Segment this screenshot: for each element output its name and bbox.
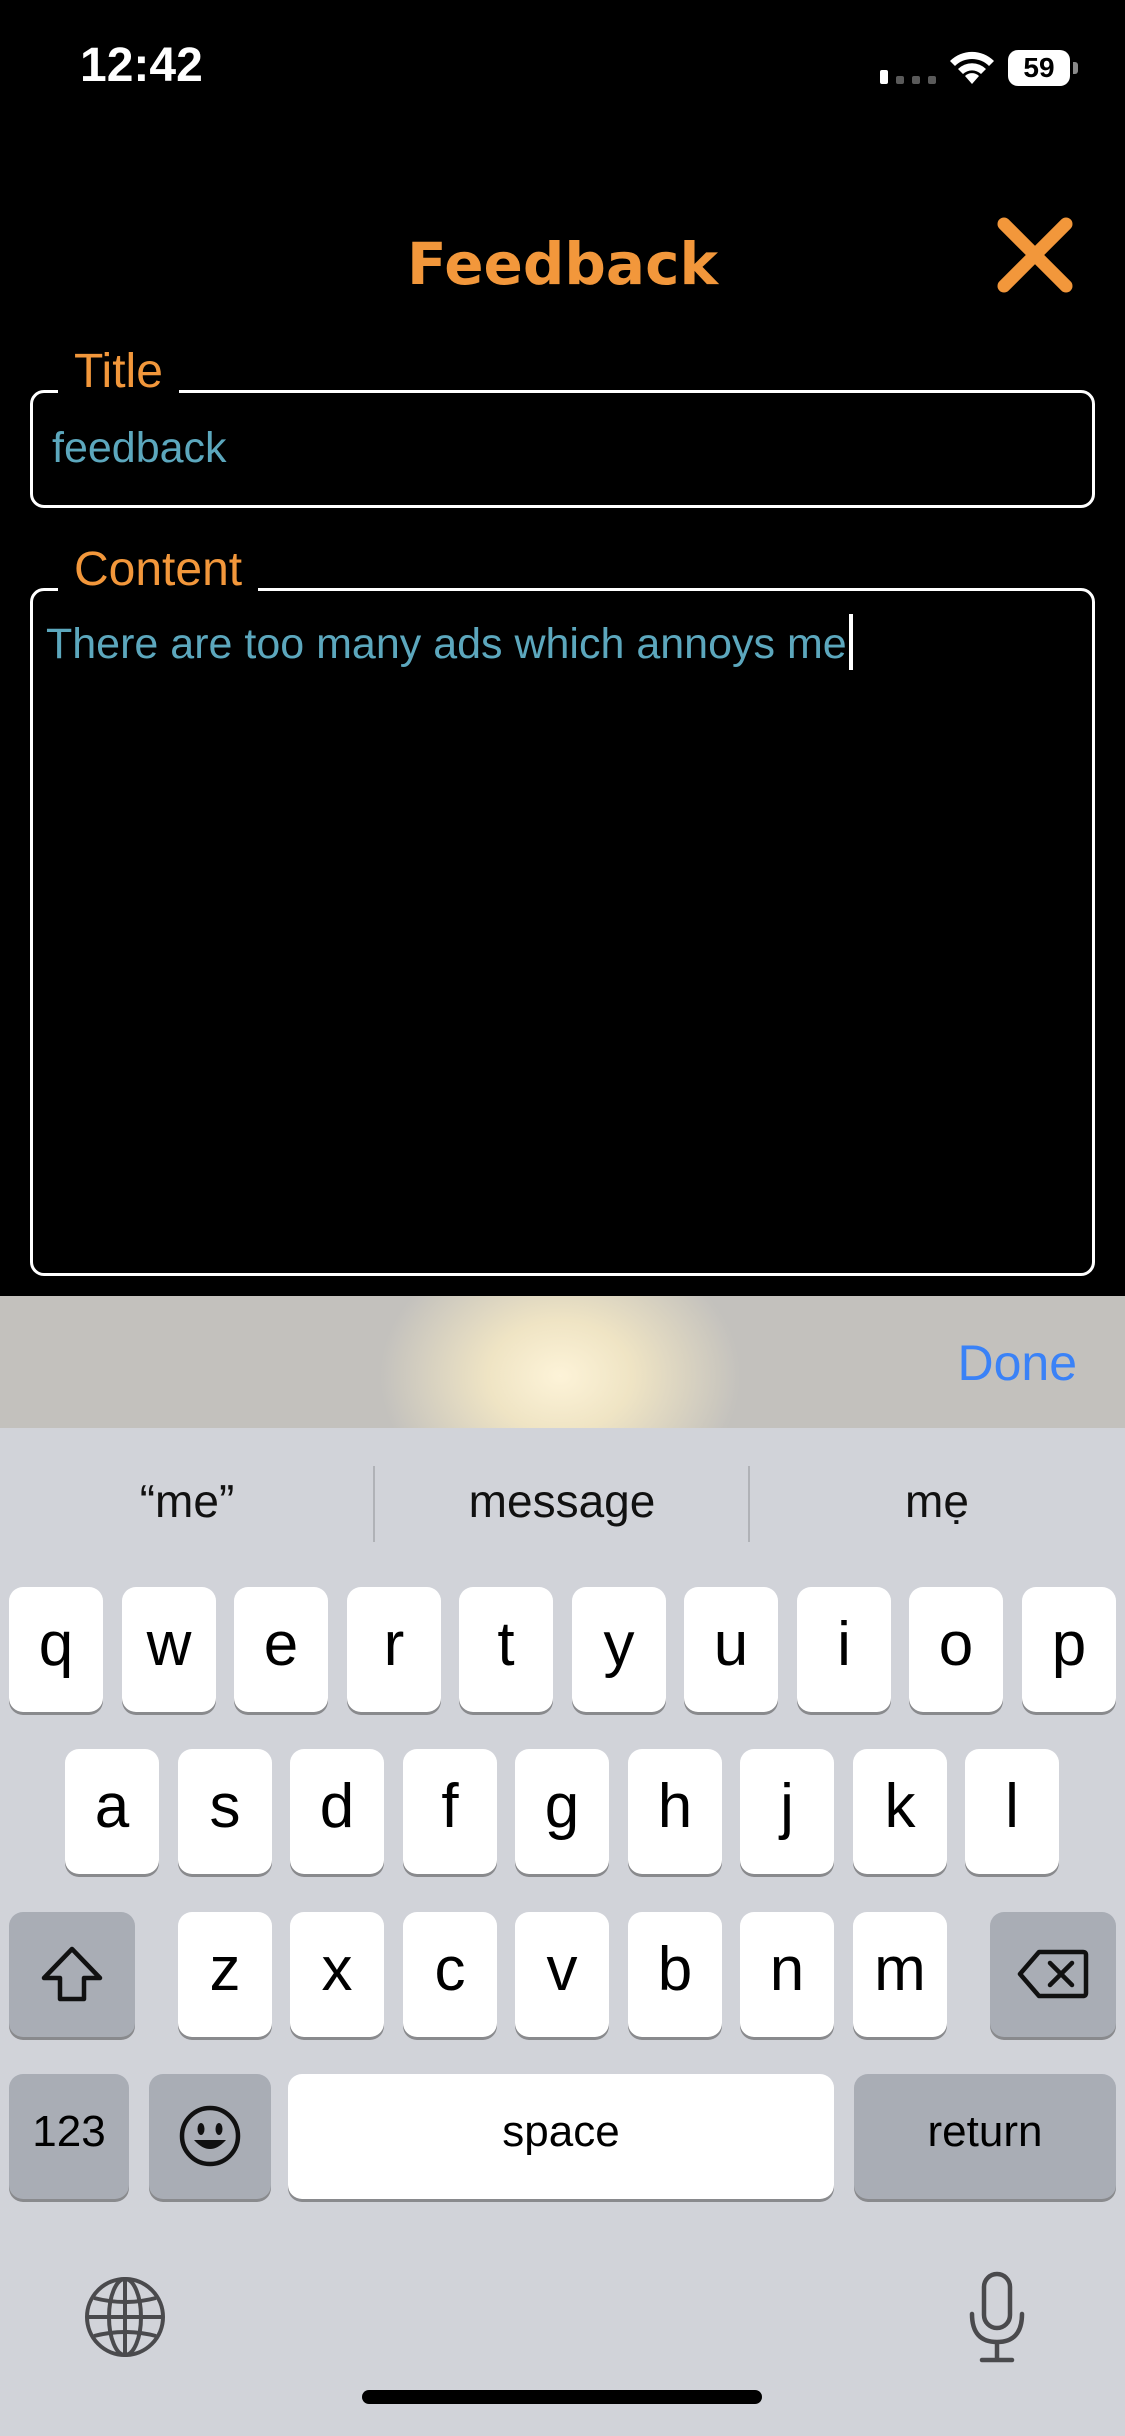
keyboard-accessory-bar: Done (0, 1296, 1125, 1428)
backspace-icon (1017, 1949, 1089, 1999)
battery-cap (1073, 62, 1078, 74)
delete-key[interactable] (990, 1912, 1116, 2037)
battery-level: 59 (1008, 50, 1070, 86)
key-c[interactable]: c (403, 1912, 497, 2037)
content-field[interactable] (30, 588, 1095, 1276)
key-k[interactable]: k (853, 1749, 947, 1874)
key-x[interactable]: x (290, 1912, 384, 2037)
content-text: There are too many ads which annoys me (46, 620, 847, 668)
page-title: Feedback (406, 230, 719, 298)
title-label: Title (58, 344, 179, 400)
content-label: Content (58, 542, 259, 598)
key-q[interactable]: q (9, 1587, 103, 1712)
text-caret (848, 614, 853, 670)
numbers-key[interactable]: 123 (9, 2074, 129, 2199)
key-w[interactable]: w (122, 1587, 216, 1712)
key-i[interactable]: i (797, 1587, 891, 1712)
emoji-icon (179, 2105, 241, 2167)
key-l[interactable]: l (965, 1749, 1059, 1874)
key-g[interactable]: g (515, 1749, 609, 1874)
key-d[interactable]: d (290, 1749, 384, 1874)
key-v[interactable]: v (515, 1912, 609, 2037)
emoji-key[interactable] (149, 2074, 271, 2199)
key-n[interactable]: n (740, 1912, 834, 2037)
shift-key[interactable] (9, 1912, 135, 2037)
predictive-bar: “me” message mẹ (0, 1428, 1125, 1583)
feedback-screen: 12:42 59 Feedback Title feedback Content… (0, 0, 1125, 2436)
title-input-value[interactable]: feedback (52, 424, 227, 473)
dictation-button[interactable] (962, 2270, 1032, 2366)
key-y[interactable]: y (572, 1587, 666, 1712)
space-key[interactable]: space (288, 2074, 834, 2199)
shift-arrow-icon (41, 1946, 103, 2002)
key-t[interactable]: t (459, 1587, 553, 1712)
cellular-signal-icon (880, 70, 936, 84)
suggestion-2[interactable]: message (375, 1474, 749, 1528)
battery-icon: 59 (1008, 50, 1078, 86)
done-button[interactable]: Done (957, 1334, 1077, 1392)
key-j[interactable]: j (740, 1749, 834, 1874)
suggestion-3[interactable]: mẹ (750, 1474, 1124, 1528)
key-z[interactable]: z (178, 1912, 272, 2037)
home-indicator[interactable] (362, 2390, 762, 2404)
return-key[interactable]: return (854, 2074, 1116, 2199)
key-m[interactable]: m (853, 1912, 947, 2037)
wifi-icon (950, 51, 994, 84)
key-h[interactable]: h (628, 1749, 722, 1874)
key-u[interactable]: u (684, 1587, 778, 1712)
key-o[interactable]: o (909, 1587, 1003, 1712)
suggestion-1[interactable]: “me” (0, 1474, 374, 1528)
close-button[interactable] (990, 210, 1080, 300)
key-a[interactable]: a (65, 1749, 159, 1874)
key-b[interactable]: b (628, 1912, 722, 2037)
globe-icon (85, 2277, 165, 2357)
key-e[interactable]: e (234, 1587, 328, 1712)
status-bar: 12:42 59 (0, 0, 1125, 140)
close-x-icon (997, 217, 1073, 293)
key-r[interactable]: r (347, 1587, 441, 1712)
key-f[interactable]: f (403, 1749, 497, 1874)
keyboard: “me” message mẹ q w e r t y u i o p a s … (0, 1428, 1125, 2436)
key-p[interactable]: p (1022, 1587, 1116, 1712)
content-textarea[interactable]: There are too many ads which annoys me (46, 614, 853, 670)
globe-button[interactable] (82, 2274, 168, 2360)
status-time: 12:42 (80, 39, 203, 92)
key-s[interactable]: s (178, 1749, 272, 1874)
microphone-icon (969, 2271, 1025, 2363)
